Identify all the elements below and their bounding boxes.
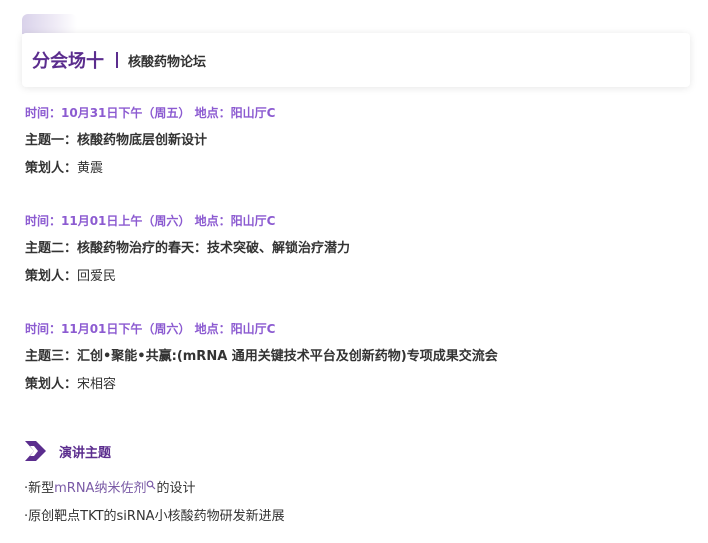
section-header: 演讲主题 [25,441,111,461]
session-time-location: 时间：11月01日上午（周六） 地点：阳山厅C [25,214,276,228]
search-icon[interactable] [146,478,156,490]
session-time-location: 时间：11月01日下午（周六） 地点：阳山厅C [25,322,276,336]
session-curator: 策划人：宋相容 [25,377,498,393]
session-3: 时间：11月01日下午（周六） 地点：阳山厅C 主题三：汇创•聚能•共赢:(mR… [25,321,498,393]
session-2: 时间：11月01日上午（周六） 地点：阳山厅C 主题二：核酸药物治疗的春天：技术… [25,213,350,285]
section-title: 演讲主题 [59,445,112,461]
curator-name: 回爱民 [77,269,117,284]
session-topic: 主题三：汇创•聚能•共赢:(mRNA 通用关键技术平台及创新药物)专项成果交流会 [25,349,498,364]
curator-label: 策划人： [25,269,78,284]
double-chevron-icon [25,441,47,461]
talk-prefix: ·新型 [24,481,55,496]
session-topic: 主题一：核酸药物底层创新设计 [25,133,208,148]
header-card: 分会场十 核酸药物论坛 [22,33,690,87]
curator-name: 宋相容 [77,377,117,392]
header-divider [116,52,118,68]
session-1: 时间：10月31日下午（周五） 地点：阳山厅C 主题一：核酸药物底层创新设计 策… [25,105,275,177]
page-subtitle: 核酸药物论坛 [128,54,207,70]
page: 分会场十 核酸药物论坛 时间：10月31日下午（周五） 地点：阳山厅C 主题一：… [0,0,708,543]
curator-name: 黄震 [77,161,104,176]
talk-item: ·新型mRNA纳米佐剂 的设计 [24,480,195,498]
curator-label: 策划人： [25,161,78,176]
session-curator: 策划人：黄震 [25,161,275,177]
session-topic: 主题二：核酸药物治疗的春天：技术突破、解锁治疗潜力 [25,241,351,256]
talk-item: ·原创靶点TKT的siRNA小核酸药物研发新进展 [24,509,285,524]
talk-keyword-link[interactable]: mRNA纳米佐剂 [54,481,146,496]
talk-suffix: 的设计 [156,481,196,496]
session-curator: 策划人：回爱民 [25,269,350,285]
session-time-location: 时间：10月31日下午（周五） 地点：阳山厅C [25,106,276,120]
curator-label: 策划人： [25,377,78,392]
page-title: 分会场十 [32,51,104,72]
header-tab-accent [22,14,77,34]
